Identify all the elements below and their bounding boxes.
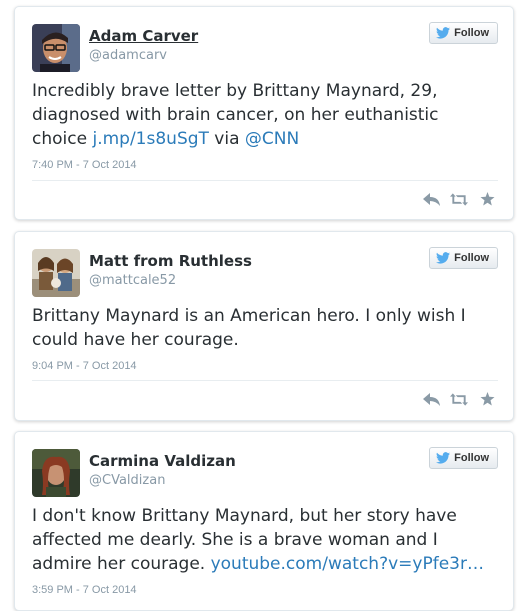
- mention-link[interactable]: @CNN: [245, 129, 299, 149]
- tweet-text-via: via: [208, 129, 245, 149]
- timestamp[interactable]: 9:04 PM - 7 Oct 2014: [32, 360, 137, 372]
- author-handle[interactable]: @CValdizan: [89, 472, 236, 490]
- reply-icon[interactable]: [422, 391, 440, 407]
- divider: [32, 180, 498, 181]
- timestamp[interactable]: 7:40 PM - 7 Oct 2014: [32, 159, 137, 171]
- twitter-bird-icon: [436, 27, 451, 39]
- author-info: Matt from Ruthless @mattcale52: [89, 251, 252, 290]
- tweet-actions: [422, 391, 496, 407]
- follow-button[interactable]: Follow: [429, 247, 498, 269]
- tweet-actions: [422, 191, 496, 207]
- timestamp[interactable]: 3:59 PM - 7 Oct 2014: [32, 584, 137, 596]
- retweet-icon[interactable]: [450, 391, 468, 407]
- tweet-text: Brittany Maynard is an American hero. I …: [32, 306, 466, 350]
- favorite-icon[interactable]: [478, 191, 496, 207]
- avatar[interactable]: [32, 449, 80, 497]
- tweet-card: Adam Carver @adamcarv Follow Incredibly …: [14, 6, 514, 220]
- tweet-card: Carmina Valdizan @CValdizan Follow I don…: [14, 431, 514, 611]
- tweet-card: Matt from Ruthless @mattcale52 Follow Br…: [14, 231, 514, 421]
- reply-icon[interactable]: [422, 191, 440, 207]
- avatar[interactable]: [32, 24, 80, 72]
- avatar[interactable]: [32, 249, 80, 297]
- retweet-icon[interactable]: [450, 191, 468, 207]
- follow-button[interactable]: Follow: [429, 447, 498, 469]
- author-name[interactable]: Adam Carver: [89, 26, 198, 46]
- tweet-link[interactable]: j.mp/1s8uSgT: [92, 129, 208, 149]
- author-handle[interactable]: @mattcale52: [89, 272, 252, 290]
- divider: [32, 380, 498, 381]
- follow-button[interactable]: Follow: [429, 22, 498, 44]
- follow-label: Follow: [454, 252, 489, 264]
- follow-label: Follow: [454, 452, 489, 464]
- tweet-text: I don't know Brittany Maynard, but her s…: [32, 504, 495, 576]
- author-info: Carmina Valdizan @CValdizan: [89, 451, 236, 490]
- author-name[interactable]: Matt from Ruthless: [89, 251, 252, 271]
- follow-label: Follow: [454, 27, 489, 39]
- favorite-icon[interactable]: [478, 391, 496, 407]
- tweet-text: Incredibly brave letter by Brittany Mayn…: [32, 79, 495, 151]
- twitter-bird-icon: [436, 252, 451, 264]
- twitter-bird-icon: [436, 452, 451, 464]
- author-info: Adam Carver @adamcarv: [89, 26, 198, 65]
- author-name[interactable]: Carmina Valdizan: [89, 451, 236, 471]
- author-handle[interactable]: @adamcarv: [89, 47, 198, 65]
- tweet-link[interactable]: youtube.com/watch?v=yPfe3r…: [211, 554, 484, 574]
